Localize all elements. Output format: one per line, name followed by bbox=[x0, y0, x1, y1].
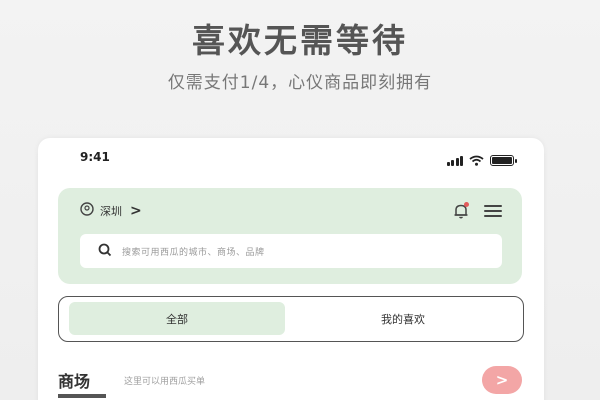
section-title-underline bbox=[58, 394, 106, 398]
search-icon bbox=[98, 242, 112, 261]
menu-icon[interactable] bbox=[484, 205, 502, 217]
search-input[interactable]: 搜索可用西瓜的城市、商场、品牌 bbox=[80, 234, 502, 268]
search-placeholder: 搜索可用西瓜的城市、商场、品牌 bbox=[122, 247, 265, 258]
header-card: 深圳 > 搜索可用西瓜的城市、商场、品牌 bbox=[58, 188, 522, 284]
tab-all[interactable]: 全部 bbox=[69, 302, 285, 335]
market-section-header: 商场 这里可以用西瓜买单 > bbox=[58, 366, 522, 400]
battery-icon bbox=[490, 155, 517, 166]
section-more-button[interactable]: > bbox=[482, 366, 522, 394]
bell-icon[interactable] bbox=[452, 202, 470, 220]
promo-headline: 喜欢无需等待 bbox=[192, 21, 408, 60]
wifi-icon bbox=[469, 151, 484, 170]
phone-mockup: 9:41 深圳 > 搜索可用西瓜的城市、商场、品牌 全部 我的喜欢 商场 这里可… bbox=[38, 138, 544, 400]
location-selector[interactable]: 深圳 > bbox=[80, 202, 142, 219]
chevron-right-icon: > bbox=[130, 202, 142, 219]
cellular-signal-icon bbox=[446, 155, 463, 166]
filter-tabs: 全部 我的喜欢 bbox=[58, 296, 524, 342]
status-bar: 9:41 bbox=[38, 150, 544, 166]
promo-screen: 喜欢无需等待 仅需支付1/4，心仪商品即刻拥有 9:41 深圳 > 搜索可用西瓜… bbox=[0, 0, 600, 400]
section-description: 这里可以用西瓜买单 bbox=[124, 377, 206, 387]
header-actions bbox=[452, 202, 502, 220]
tab-my-likes[interactable]: 我的喜欢 bbox=[295, 302, 511, 335]
status-icons bbox=[446, 151, 517, 170]
location-label: 深圳 bbox=[100, 204, 122, 218]
status-time: 9:41 bbox=[80, 150, 110, 164]
promo-subline: 仅需支付1/4，心仪商品即刻拥有 bbox=[167, 73, 433, 93]
notification-dot bbox=[464, 202, 469, 207]
location-pin-icon bbox=[80, 202, 94, 219]
section-title: 商场 bbox=[58, 372, 91, 391]
